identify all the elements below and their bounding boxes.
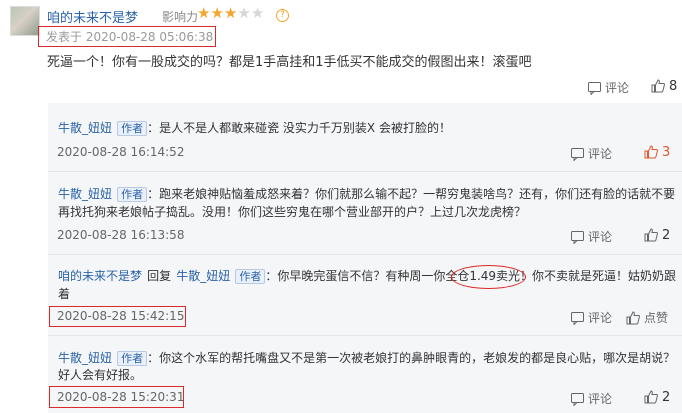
reply-header: 牛散_妞妞 作者 ：你这个水军的帮托嘴盘又不是第一次被老娘打的鼻肿眼青的，老娘发的…	[58, 347, 675, 366]
star-empty-icon: ★	[237, 4, 251, 22]
comment-button[interactable]: 评论	[571, 390, 612, 407]
thumbs-up-icon	[644, 145, 658, 159]
like-button[interactable]: 2	[644, 228, 670, 243]
comment-button[interactable]: 评论	[571, 309, 612, 326]
divider	[48, 171, 682, 172]
comment-icon	[571, 148, 584, 162]
comment-label: 评论	[588, 147, 613, 161]
reply-header: 牛散_妞妞 作者 ：跑来老娘神贴恼羞成怒来着？你们就那么输不起？一帮穷鬼装啥鸟？还…	[58, 183, 675, 202]
reply-header: 咱的未来不是梦 回复 牛散_妞妞 作者 ：你早晚完蛋信不信？有种周一你全仓1.49…	[58, 265, 676, 284]
thumbs-up-icon	[644, 228, 658, 242]
reply-text-continued: 着	[58, 287, 71, 301]
reply-time: 2020-08-28 15:20:31	[57, 390, 185, 404]
star-filled-icon: ★	[210, 4, 224, 22]
post-time: 发表于 2020-08-28 05:06:38	[46, 30, 214, 44]
like-count: 3	[662, 145, 671, 160]
reply-text-continued: 好人会有好报。	[58, 368, 143, 382]
star-empty-icon: ★	[250, 4, 265, 22]
reply-username[interactable]: 牛散_妞妞	[58, 121, 112, 135]
author-badge: 作者	[117, 121, 148, 136]
like-label: 点赞	[644, 311, 669, 325]
thumbs-up-icon	[651, 79, 665, 93]
comment-label: 评论	[588, 311, 613, 325]
like-count: 2	[662, 228, 671, 243]
reply-to-username[interactable]: 牛散_妞妞	[176, 269, 230, 283]
comment-label: 评论	[588, 392, 613, 406]
annotation-ellipse	[451, 265, 526, 289]
reply-text-continued: 再找托狗来老娘帖子捣乱。没用！你们这些穷鬼在哪个营业部开的户？上过几次龙虎榜？	[58, 205, 527, 219]
reply-text: ：跑来老娘神贴恼羞成怒来着？你们就那么输不起？一帮穷鬼装啥鸟？还有，你们还有脸的…	[147, 187, 676, 201]
reply-text: ：你这个水军的帮托嘴盘又不是第一次被老娘打的鼻肿眼青的，老娘发的都是良心贴，哪次…	[147, 351, 676, 365]
reply-username[interactable]: 牛散_妞妞	[58, 351, 112, 365]
like-button[interactable]: 点赞	[626, 309, 668, 326]
user-avatar[interactable]	[10, 6, 40, 36]
like-button[interactable]: 3	[644, 145, 670, 160]
author-badge: 作者	[117, 187, 148, 202]
like-button[interactable]: 8	[651, 79, 677, 94]
comment-button[interactable]: 评论	[571, 228, 612, 245]
thumbs-up-icon	[644, 390, 658, 404]
reply-time: 2020-08-28 16:14:52	[57, 145, 185, 159]
comment-icon	[571, 393, 584, 407]
influence-rating: ★★★★★	[197, 4, 264, 22]
thumbs-up-icon	[626, 311, 640, 325]
author-badge: 作者	[235, 269, 266, 284]
comment-label: 评论	[605, 81, 630, 95]
reply-text: ：是人不是人都敢来碰瓷 没实力千万别装X 会被打脸的！	[147, 121, 451, 135]
star-filled-icon: ★	[223, 4, 238, 22]
reply-username[interactable]: 咱的未来不是梦	[58, 269, 142, 283]
main-username[interactable]: 咱的未来不是梦	[47, 7, 138, 26]
influence-label: 影响力	[162, 10, 199, 24]
question-circle-icon[interactable]: ?	[276, 9, 289, 22]
author-badge: 作者	[117, 351, 148, 366]
reply-header: 牛散_妞妞 作者 ：是人不是人都敢来碰瓷 没实力千万别装X 会被打脸的！	[58, 117, 451, 136]
reply-word: 回复	[147, 269, 172, 283]
main-comment-text: 死逼一个！你有一股成交的吗？都是1手高挂和1手低买不能成交的假图出来！滚蛋吧	[47, 55, 532, 70]
comment-icon	[571, 312, 584, 326]
like-button[interactable]: 2	[644, 390, 670, 405]
reply-time: 2020-08-28 15:42:15	[57, 309, 185, 323]
divider	[48, 335, 682, 336]
reply-username[interactable]: 牛散_妞妞	[58, 187, 112, 201]
like-count: 2	[662, 390, 671, 405]
comment-icon	[571, 231, 584, 245]
comment-label: 评论	[588, 230, 613, 244]
comment-button[interactable]: 评论	[588, 79, 629, 96]
comment-button[interactable]: 评论	[571, 145, 612, 162]
divider	[48, 254, 682, 255]
comment-icon	[588, 82, 601, 96]
reply-time: 2020-08-28 16:13:58	[57, 228, 185, 242]
like-count: 8	[669, 79, 678, 94]
star-filled-icon: ★	[197, 4, 211, 22]
